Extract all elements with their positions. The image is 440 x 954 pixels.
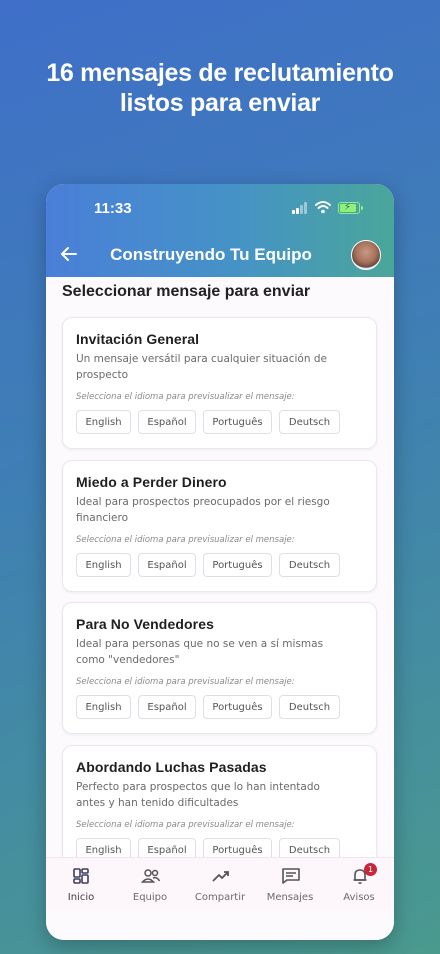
battery-icon: ⚡ bbox=[338, 202, 363, 214]
bottom-navigation: Inicio Equipo Compartir Mensajes 1 Aviso… bbox=[46, 857, 394, 911]
language-button-espanol[interactable]: Español bbox=[138, 838, 196, 857]
language-button-portugues[interactable]: Português bbox=[203, 695, 272, 719]
card-description: Un mensaje versátil para cualquier situa… bbox=[76, 353, 327, 381]
wifi-icon bbox=[315, 201, 331, 214]
card-description: Ideal para personas que no se ven a sí m… bbox=[76, 638, 324, 666]
page-title: Construyendo Tu Equipo bbox=[110, 245, 312, 264]
avatar[interactable] bbox=[351, 240, 381, 270]
status-time: 11:33 bbox=[94, 200, 132, 217]
message-card[interactable]: Invitación General Un mensaje versátil p… bbox=[62, 317, 377, 449]
language-button-english[interactable]: English bbox=[76, 838, 131, 857]
language-hint: Selecciona el idioma para previsualizar … bbox=[76, 677, 295, 687]
promo-headline: 16 mensajes de reclutamiento listos para… bbox=[0, 58, 440, 118]
trending-up-icon bbox=[212, 871, 229, 882]
headline-line-2: listos para enviar bbox=[119, 89, 321, 117]
language-button-english[interactable]: English bbox=[76, 553, 131, 577]
language-button-deutsch[interactable]: Deutsch bbox=[279, 838, 340, 857]
language-button-portugues[interactable]: Português bbox=[203, 553, 272, 577]
card-title: Abordando Luchas Pasadas bbox=[76, 759, 267, 775]
language-buttons: English Español Português Deutsch bbox=[76, 410, 340, 434]
phone-screen: 11:33 ⚡ Construyendo Tu Equipo Seleccion… bbox=[46, 184, 394, 940]
people-icon bbox=[141, 869, 161, 883]
language-button-espanol[interactable]: Español bbox=[138, 695, 196, 719]
tab-compartir[interactable]: Compartir bbox=[185, 858, 255, 912]
headline-line-1: 16 mensajes de reclutamiento bbox=[46, 59, 394, 87]
card-description: Perfecto para prospectos que lo han inte… bbox=[76, 781, 320, 809]
card-title: Para No Vendedores bbox=[76, 616, 214, 632]
notification-badge: 1 bbox=[364, 863, 377, 876]
card-description: Ideal para prospectos preocupados por el… bbox=[76, 496, 330, 524]
section-title: Seleccionar mensaje para enviar bbox=[62, 283, 311, 300]
language-buttons: English Español Português Deutsch bbox=[76, 838, 340, 857]
language-hint: Selecciona el idioma para previsualizar … bbox=[76, 820, 295, 830]
language-button-deutsch[interactable]: Deutsch bbox=[279, 695, 340, 719]
language-button-deutsch[interactable]: Deutsch bbox=[279, 553, 340, 577]
tab-label: Compartir bbox=[194, 892, 246, 903]
app-header: 11:33 ⚡ Construyendo Tu Equipo bbox=[46, 184, 394, 277]
dashboard-icon bbox=[73, 868, 89, 884]
arrow-left-icon[interactable] bbox=[60, 246, 78, 262]
language-button-espanol[interactable]: Español bbox=[138, 553, 196, 577]
message-list[interactable]: Seleccionar mensaje para enviar Invitaci… bbox=[46, 277, 394, 857]
language-button-espanol[interactable]: Español bbox=[138, 410, 196, 434]
tab-mensajes[interactable]: Mensajes bbox=[255, 858, 325, 912]
language-button-portugues[interactable]: Português bbox=[203, 410, 272, 434]
card-title: Invitación General bbox=[76, 331, 200, 347]
cellular-signal-icon bbox=[292, 202, 308, 214]
tab-avisos[interactable]: 1 Avisos bbox=[324, 858, 394, 912]
home-indicator-area bbox=[46, 911, 394, 940]
message-card[interactable]: Para No Vendedores Ideal para personas q… bbox=[62, 602, 377, 734]
message-icon bbox=[282, 868, 300, 884]
tab-label: Avisos bbox=[343, 892, 375, 903]
language-button-portugues[interactable]: Português bbox=[203, 838, 272, 857]
language-hint: Selecciona el idioma para previsualizar … bbox=[76, 392, 295, 402]
language-button-deutsch[interactable]: Deutsch bbox=[279, 410, 340, 434]
tab-label: Inicio bbox=[67, 892, 95, 903]
message-card[interactable]: Miedo a Perder Dinero Ideal para prospec… bbox=[62, 460, 377, 592]
tab-equipo[interactable]: Equipo bbox=[115, 858, 185, 912]
tab-inicio[interactable]: Inicio bbox=[46, 858, 116, 912]
language-button-english[interactable]: English bbox=[76, 695, 131, 719]
tab-label: Mensajes bbox=[266, 892, 314, 903]
language-hint: Selecciona el idioma para previsualizar … bbox=[76, 535, 295, 545]
tab-label: Equipo bbox=[132, 892, 168, 903]
message-card[interactable]: Abordando Luchas Pasadas Perfecto para p… bbox=[62, 745, 377, 857]
language-button-english[interactable]: English bbox=[76, 410, 131, 434]
language-buttons: English Español Português Deutsch bbox=[76, 553, 340, 577]
card-title: Miedo a Perder Dinero bbox=[76, 474, 227, 490]
language-buttons: English Español Português Deutsch bbox=[76, 695, 340, 719]
